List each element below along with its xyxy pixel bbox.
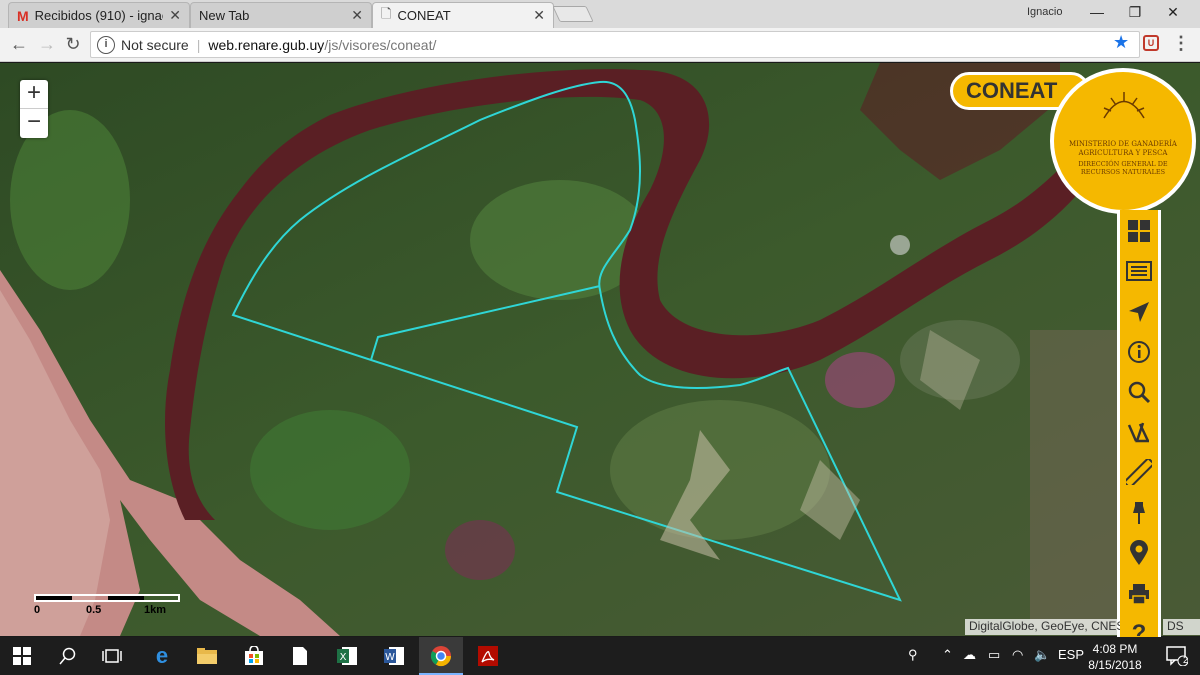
reload-icon[interactable]: ↻ xyxy=(62,34,84,55)
tab-coneat[interactable]: 🗋 CONEAT ✕ xyxy=(372,2,554,28)
tab-title: New Tab xyxy=(199,8,250,23)
windows-icon xyxy=(13,647,31,665)
search-icon[interactable] xyxy=(46,637,90,675)
start-button[interactable] xyxy=(0,637,44,675)
security-label[interactable]: Not secure xyxy=(121,37,189,53)
bookmark-star-icon[interactable]: ★ xyxy=(1113,32,1129,53)
clock-time: 4:08 PM xyxy=(1092,642,1138,656)
zoom-in-button[interactable]: + xyxy=(20,80,48,109)
tab-title: Recibidos (910) - ignacio xyxy=(34,8,164,23)
close-icon[interactable]: ✕ xyxy=(351,7,363,24)
svg-text:X: X xyxy=(340,652,347,663)
taskbar: e X W ⚲ ⌃ ☁ ▭ ◠ 🔈 ESP 4:08 PM 8/15/2018 … xyxy=(0,637,1200,675)
file-explorer-icon[interactable] xyxy=(185,637,229,675)
url-host: web.renare.gub.uy xyxy=(208,36,325,53)
browser-toolbar: ← → ↻ i Not secure | web.renare.gub.uy/j… xyxy=(0,28,1200,62)
seal-ministry-text: MINISTERIO DE GANADERÍA AGRICULTURA Y PE… xyxy=(1069,140,1177,157)
profile-name[interactable]: Ignacio xyxy=(1027,6,1062,18)
excel-icon[interactable]: X xyxy=(325,637,369,675)
scale-label-end: 1km xyxy=(144,604,167,616)
back-icon[interactable]: ← xyxy=(8,34,30,55)
pin-icon[interactable] xyxy=(1120,496,1158,530)
extension-icon[interactable]: U xyxy=(1143,35,1159,51)
volume-icon[interactable]: 🔈 xyxy=(1034,647,1050,663)
layers-grid-icon[interactable] xyxy=(1120,214,1158,248)
forward-icon[interactable]: → xyxy=(36,34,58,55)
ruler-icon[interactable] xyxy=(1120,455,1158,489)
store-icon[interactable] xyxy=(232,637,276,675)
new-tab-button[interactable] xyxy=(552,6,594,22)
tab-gmail[interactable]: M Recibidos (910) - ignacio ✕ xyxy=(8,2,190,28)
people-icon[interactable]: ⚲ xyxy=(908,647,918,663)
edge-icon[interactable]: e xyxy=(140,637,184,675)
seal-directorate-text: DIRECCIÓN GENERAL DE RECURSOS NATURALES xyxy=(1078,160,1168,176)
onedrive-icon[interactable]: ☁ xyxy=(963,647,976,663)
location-marker-icon[interactable] xyxy=(1120,536,1158,570)
chevron-up-icon[interactable]: ⌃ xyxy=(942,647,953,663)
svg-text:W: W xyxy=(385,652,395,663)
info-icon[interactable] xyxy=(1120,335,1158,369)
close-icon[interactable]: ✕ xyxy=(533,7,545,24)
zoom-control: + − xyxy=(20,80,48,138)
minimize-icon[interactable]: — xyxy=(1087,4,1107,20)
notification-count: 2 xyxy=(1183,655,1189,665)
search-icon[interactable] xyxy=(1120,375,1158,409)
restore-icon[interactable]: ❐ xyxy=(1125,4,1145,21)
tool-rail: ? xyxy=(1117,210,1161,647)
scale-label-mid: 0.5 xyxy=(86,604,102,616)
gmail-icon: M xyxy=(17,7,29,24)
zoom-out-button[interactable]: − xyxy=(20,109,48,138)
map-imagery xyxy=(0,63,1200,636)
word-icon[interactable]: W xyxy=(372,637,416,675)
list-icon[interactable] xyxy=(1120,254,1158,288)
ministry-seal: MINISTERIO DE GANADERÍA AGRICULTURA Y PE… xyxy=(1050,68,1196,214)
sun-emblem-icon xyxy=(1103,92,1145,119)
print-icon[interactable] xyxy=(1120,577,1158,611)
notepad-icon[interactable] xyxy=(278,637,322,675)
task-view-icon[interactable] xyxy=(90,637,134,675)
satellite-map[interactable] xyxy=(0,63,1200,636)
tab-title: CONEAT xyxy=(397,8,451,23)
tab-new[interactable]: New Tab ✕ xyxy=(190,2,372,28)
tab-strip: M Recibidos (910) - ignacio ✕ New Tab ✕ … xyxy=(0,0,1200,28)
notifications-icon[interactable]: 2 xyxy=(1155,637,1199,675)
text-label-icon[interactable] xyxy=(1120,415,1158,449)
url-path: /js/visores/coneat/ xyxy=(324,36,437,53)
clock[interactable]: 4:08 PM 8/15/2018 xyxy=(1085,641,1145,673)
page-icon: 🗋 xyxy=(381,5,392,21)
address-bar[interactable]: i Not secure | web.renare.gub.uy/js/viso… xyxy=(90,31,1140,58)
language-indicator[interactable]: ESP xyxy=(1058,647,1084,662)
scale-bar xyxy=(34,594,180,602)
window-close-icon[interactable]: ✕ xyxy=(1163,4,1183,21)
map-attribution: DigitalGlobe, GeoEye, CNES xyxy=(965,619,1120,635)
navigate-arrow-icon[interactable] xyxy=(1120,295,1158,329)
map-attribution-tail: DS xyxy=(1163,619,1200,635)
wifi-icon[interactable]: ◠ xyxy=(1012,647,1023,663)
scale-label-0: 0 xyxy=(34,604,41,616)
divider: | xyxy=(196,36,201,53)
menu-icon[interactable]: ⋮ xyxy=(1172,33,1190,54)
acrobat-icon[interactable] xyxy=(466,637,510,675)
info-icon[interactable]: i xyxy=(97,35,115,54)
clock-date: 8/15/2018 xyxy=(1088,658,1142,672)
battery-icon[interactable]: ▭ xyxy=(988,647,1000,663)
close-icon[interactable]: ✕ xyxy=(169,7,181,24)
chrome-icon[interactable] xyxy=(419,637,463,675)
